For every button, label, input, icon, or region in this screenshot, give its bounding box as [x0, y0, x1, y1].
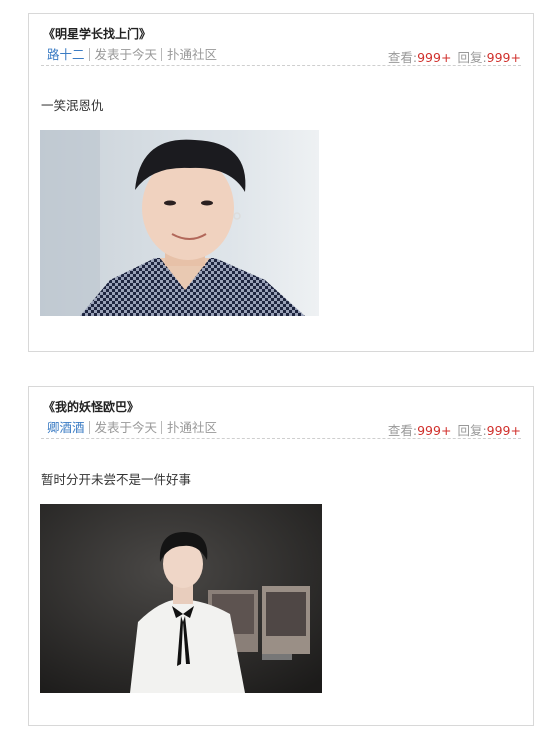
meta-divider [88, 421, 90, 434]
post-feed: 《明星学长找上门》 路十二 发表于今天 扑通社区 查看:999+ 回复:999+ 一笑… [0, 0, 550, 750]
meta-divider [161, 48, 163, 61]
post-header: 《明星学长找上门》 路十二 发表于今天 扑通社区 查看:999+ 回复:999+ [41, 23, 521, 66]
post-time: 发表于今天 [94, 47, 158, 62]
post-title[interactable]: 《明星学长找上门》 [43, 25, 151, 42]
author-link[interactable]: 路十二 [47, 47, 85, 62]
post-stats: 查看:999+ 回复:999+ [388, 420, 521, 439]
meta-divider [161, 421, 163, 434]
post-excerpt: 一笑泯恩仇 [41, 98, 104, 113]
replies-count: 999+ [486, 50, 521, 65]
post-meta: 卿酒酒 发表于今天 扑通社区 [47, 417, 217, 436]
post-time: 发表于今天 [94, 420, 158, 435]
community-link[interactable]: 扑通社区 [167, 420, 217, 435]
post-title[interactable]: 《我的妖怪欧巴》 [43, 398, 139, 415]
portrait-photo [40, 504, 322, 693]
post-card[interactable]: 《我的妖怪欧巴》 卿酒酒 发表于今天 扑通社区 查看:999+ 回复:999+ 暂时分… [28, 386, 534, 726]
views-count: 999+ [417, 423, 452, 438]
views-count: 999+ [417, 50, 452, 65]
meta-divider [88, 48, 90, 61]
replies-count: 999+ [486, 423, 521, 438]
post-card[interactable]: 《明星学长找上门》 路十二 发表于今天 扑通社区 查看:999+ 回复:999+ 一笑… [28, 13, 534, 352]
views-label: 查看: [387, 50, 418, 65]
post-photo[interactable] [40, 130, 319, 316]
post-excerpt: 暂时分开未尝不是一件好事 [41, 472, 192, 487]
post-meta: 路十二 发表于今天 扑通社区 [47, 44, 217, 63]
post-stats: 查看:999+ 回复:999+ [388, 47, 521, 66]
community-link[interactable]: 扑通社区 [167, 47, 217, 62]
post-header: 《我的妖怪欧巴》 卿酒酒 发表于今天 扑通社区 查看:999+ 回复:999+ [41, 396, 521, 439]
replies-label: 回复: [457, 423, 487, 438]
views-label: 查看: [387, 423, 418, 438]
replies-label: 回复: [457, 50, 487, 65]
author-link[interactable]: 卿酒酒 [47, 420, 85, 435]
post-photo[interactable] [40, 504, 322, 693]
selfie-photo [40, 130, 319, 316]
